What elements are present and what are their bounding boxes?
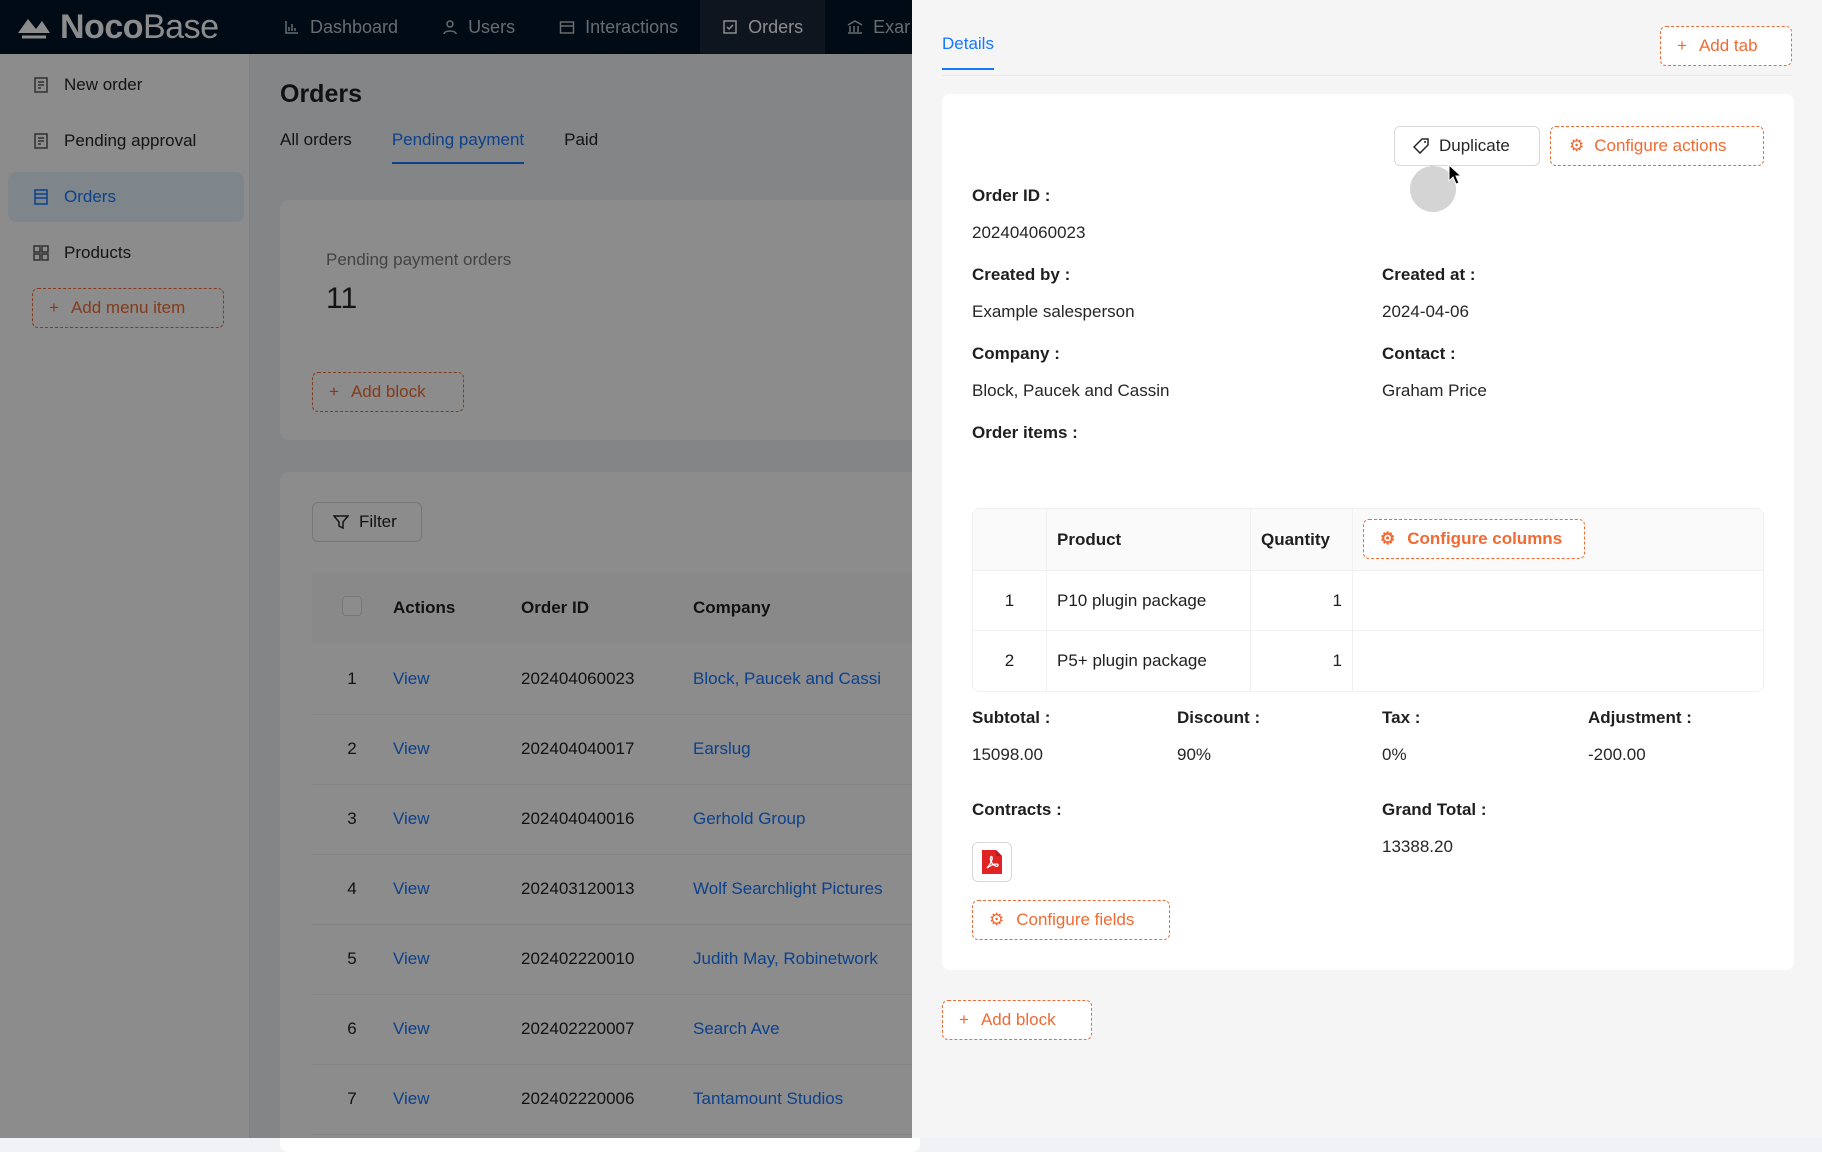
tax-value: 0% — [1382, 745, 1407, 764]
button-label: Add block — [980, 1010, 1056, 1029]
button-label: Configure columns — [1407, 529, 1563, 548]
adjustment-label: Adjustment : — [1588, 708, 1692, 727]
order-id-value: 202404060023 — [972, 223, 1086, 242]
button-label: Duplicate — [1439, 136, 1510, 155]
adjustment-value: -200.00 — [1588, 745, 1646, 764]
quantity-cell: 1 — [1251, 571, 1353, 630]
grand-total-label: Grand Total : — [1382, 800, 1487, 819]
configure-actions-button[interactable]: ⚙ Configure actions — [1550, 126, 1764, 166]
row-index: 1 — [973, 571, 1047, 630]
discount-label: Discount : — [1177, 708, 1261, 727]
contact-link[interactable]: Graham Price — [1382, 381, 1487, 401]
order-items-label: Order items : — [972, 423, 1078, 442]
tax-label: Tax : — [1382, 708, 1421, 727]
company-link[interactable]: Block, Paucek and Cassin — [972, 381, 1170, 401]
subtotal-value: 15098.00 — [972, 745, 1043, 764]
column-header: Quantity — [1251, 509, 1353, 570]
pdf-attachment[interactable] — [972, 842, 1012, 882]
add-tab-button[interactable]: + Add tab — [1660, 26, 1792, 66]
company-label: Company : — [972, 344, 1060, 363]
created-by-value: Example salesperson — [972, 302, 1135, 321]
contracts-label: Contracts : — [972, 800, 1062, 819]
product-cell: P5+ plugin package — [1047, 631, 1251, 691]
items-header-row: Product Quantity ⚙ Configure columns — [973, 509, 1763, 571]
modal-mask[interactable] — [0, 0, 912, 1138]
discount-value: 90% — [1177, 745, 1212, 764]
tag-icon — [1413, 138, 1429, 154]
plus-icon: + — [959, 1010, 969, 1029]
drawer-tabs: Details + Add tab — [942, 0, 1792, 76]
details-drawer: Details + Add tab Duplicate ⚙ Configure … — [912, 0, 1822, 1138]
details-card: Duplicate ⚙ Configure actions Order ID :… — [942, 94, 1794, 970]
gear-icon: ⚙ — [1569, 136, 1585, 155]
button-label: Configure fields — [1016, 910, 1135, 929]
row-index: 2 — [973, 631, 1047, 691]
button-label: Add tab — [1698, 36, 1758, 55]
pdf-icon — [982, 850, 1002, 874]
created-at-label: Created at : — [1382, 265, 1476, 284]
items-row: 2 P5+ plugin package 1 — [973, 631, 1763, 691]
quantity-cell: 1 — [1251, 631, 1353, 691]
configure-columns-button[interactable]: ⚙ Configure columns — [1363, 519, 1585, 559]
duplicate-button[interactable]: Duplicate — [1394, 126, 1540, 166]
add-block-button[interactable]: + Add block — [942, 1000, 1092, 1040]
created-by-label: Created by : — [972, 265, 1071, 284]
order-items-table: Product Quantity ⚙ Configure columns 1 P… — [972, 508, 1764, 692]
order-id-label: Order ID : — [972, 186, 1051, 205]
index-header — [973, 509, 1047, 570]
button-label: Configure actions — [1594, 136, 1727, 155]
created-at-value: 2024-04-06 — [1382, 302, 1469, 321]
grand-total-value: 13388.20 — [1382, 837, 1453, 856]
plus-icon: + — [1677, 36, 1687, 55]
gear-icon: ⚙ — [989, 910, 1005, 929]
items-row: 1 P10 plugin package 1 — [973, 571, 1763, 631]
product-cell: P10 plugin package — [1047, 571, 1251, 630]
contact-label: Contact : — [1382, 344, 1456, 363]
column-header: Product — [1047, 509, 1251, 570]
mouse-cursor-icon — [1448, 164, 1462, 185]
gear-icon: ⚙ — [1380, 529, 1396, 548]
subtotal-label: Subtotal : — [972, 708, 1051, 727]
tab-details[interactable]: Details — [942, 34, 994, 70]
configure-fields-button[interactable]: ⚙ Configure fields — [972, 900, 1170, 940]
